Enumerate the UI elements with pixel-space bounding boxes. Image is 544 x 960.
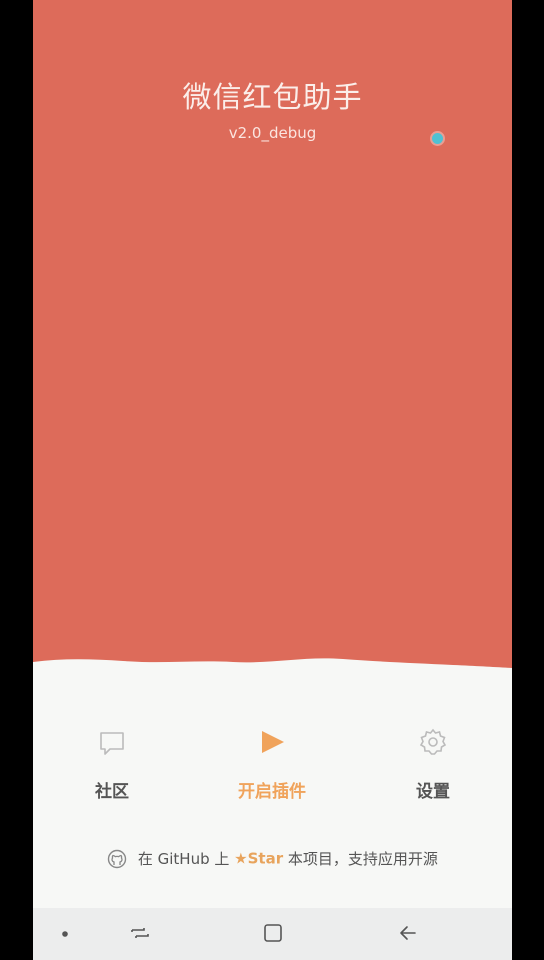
community-label: 社区 bbox=[95, 782, 129, 802]
github-star-label: Star bbox=[247, 849, 284, 868]
gear-icon bbox=[419, 728, 447, 755]
community-button[interactable]: 社区 bbox=[52, 725, 172, 802]
github-icon bbox=[107, 849, 127, 868]
system-nav-bar bbox=[33, 908, 512, 960]
github-star-link[interactable]: 在 GitHub 上 ★Star 本项目，支持应用开源 bbox=[33, 848, 512, 869]
start-plugin-label: 开启插件 bbox=[238, 782, 306, 802]
github-prefix: 在 GitHub 上 bbox=[137, 850, 230, 868]
dot-icon[interactable] bbox=[59, 928, 71, 940]
app-title: 微信红包助手 bbox=[182, 80, 363, 114]
home-icon[interactable] bbox=[262, 922, 284, 944]
action-bar: 社区 开启插件 设置 bbox=[33, 725, 512, 815]
github-suffix: 本项目，支持应用开源 bbox=[287, 850, 438, 868]
star-icon: ★ bbox=[234, 849, 248, 868]
back-icon[interactable] bbox=[397, 922, 419, 944]
recents-icon[interactable] bbox=[129, 922, 151, 944]
settings-button[interactable]: 设置 bbox=[373, 725, 493, 802]
hero-banner: 微信红包助手 v2.0_debug bbox=[33, 0, 512, 690]
play-icon bbox=[262, 731, 284, 753]
app-screen: 微信红包助手 v2.0_debug 社区 开启插件 设置 在 GitHub 上 … bbox=[33, 0, 512, 960]
floating-dot-icon[interactable] bbox=[432, 133, 443, 144]
start-plugin-button[interactable]: 开启插件 bbox=[212, 725, 332, 802]
chat-bubble-icon bbox=[100, 732, 124, 755]
wave-divider bbox=[33, 658, 512, 690]
settings-label: 设置 bbox=[416, 782, 450, 802]
